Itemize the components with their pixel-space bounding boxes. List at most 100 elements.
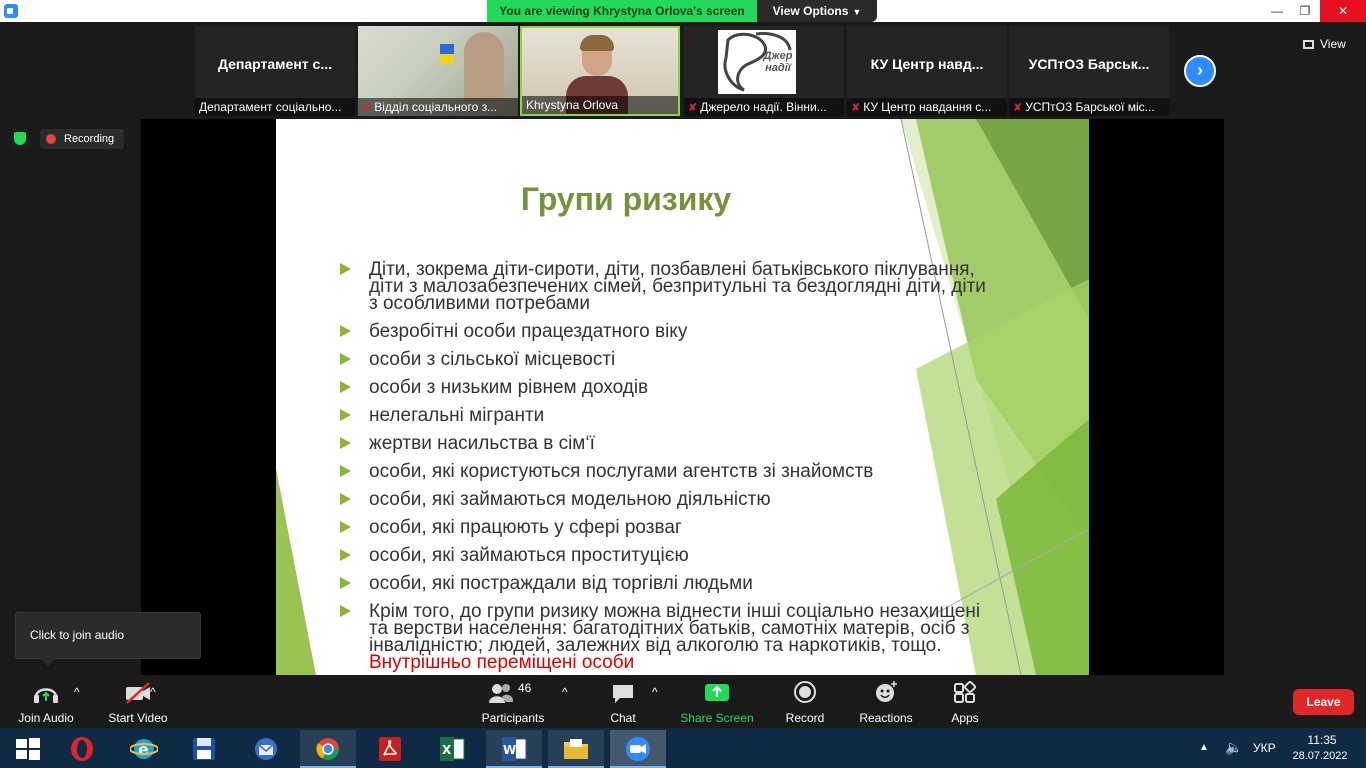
excel-icon: X [440, 737, 465, 761]
list-item: особи з низьким рівнем доходів [338, 377, 988, 398]
security-shield-icon[interactable] [10, 129, 30, 149]
next-page-arrow-icon[interactable]: › [1184, 55, 1216, 87]
list-item: особи, які користуються послугами агентс… [338, 462, 988, 481]
bullet-arrow-icon [340, 437, 351, 449]
bullet-arrow-icon [340, 465, 351, 477]
input-language-indicator[interactable]: УКР [1253, 741, 1276, 755]
audio-options-caret-icon[interactable]: ^ [74, 685, 80, 733]
participant-tile-active-speaker[interactable]: Khrystyna Orlova [520, 26, 680, 116]
taskbar-save-app[interactable] [176, 730, 232, 768]
taskbar-clock-time[interactable]: 11:35 [1295, 733, 1349, 747]
bullet-text: особи з низьким рівнем доходів [369, 377, 649, 398]
chat-icon [611, 679, 635, 705]
join-audio-button[interactable]: Join Audio [10, 679, 82, 727]
list-item: безробітні особи працездатного віку [338, 322, 988, 341]
participant-label: Khrystyna Orlova [522, 96, 678, 114]
chat-button[interactable]: Chat [600, 679, 646, 727]
participant-label-text: УСПтОЗ Барської міс... [1025, 100, 1155, 114]
apps-icon [952, 679, 978, 705]
participants-label: Participants [481, 711, 545, 725]
shared-screen: Групи ризику Діти, зокрема діти-сироти, … [141, 119, 1224, 675]
slide-title: Групи ризику [520, 181, 732, 217]
participant-label-text: Департамент соціально... [199, 100, 342, 114]
tray-expand-chevron-icon[interactable]: ▲ [1199, 742, 1209, 753]
taskbar-opera[interactable] [54, 730, 110, 768]
bullet-arrow-icon [340, 605, 351, 617]
participant-label: ✘ УСПтОЗ Барської міс... [1009, 98, 1169, 116]
taskbar-excel[interactable]: X [424, 730, 480, 768]
record-label: Record [785, 711, 825, 725]
view-button[interactable]: View [1303, 34, 1359, 54]
bullet-arrow-icon [340, 549, 351, 561]
participants-button[interactable]: 46 Participants [476, 679, 550, 727]
bullet-text-highlight: Внутрішньо переміщені особи [369, 652, 635, 673]
reactions-button[interactable]: Reactions [855, 679, 917, 727]
participant-label: ✘ КУ Центр навдання с... [847, 98, 1007, 116]
video-options-caret-icon[interactable]: ^ [150, 685, 156, 733]
participant-label: Департамент соціально... [195, 98, 355, 116]
video-off-icon [124, 679, 152, 705]
participant-tile[interactable]: Джер надії ✘ Джерело надії. Вінни... [684, 26, 844, 116]
record-button[interactable]: Record [781, 679, 829, 727]
minimize-button[interactable]: — [1262, 0, 1292, 22]
taskbar-word[interactable]: W [486, 730, 542, 768]
recording-label: Recording [64, 133, 115, 145]
list-item: Діти, зокрема діти-сироти, діти, позбавл… [338, 259, 988, 314]
volume-icon[interactable]: 🔈 [1225, 739, 1242, 756]
taskbar-zoom[interactable] [610, 730, 666, 768]
grid-view-icon [1303, 40, 1314, 49]
participant-tile[interactable]: Департамент с... Департамент соціально..… [195, 26, 355, 116]
bullet-text: особи, які працюють у сфері розваг [369, 517, 682, 538]
recording-indicator[interactable]: Recording [40, 129, 124, 149]
start-video-button[interactable]: Start Video [102, 679, 174, 727]
reactions-icon [873, 679, 899, 705]
view-options-label: View Options [772, 4, 849, 18]
participant-label-text: Джерело надії. Вінни... [700, 100, 827, 114]
windows-taskbar: e X W [0, 728, 1366, 768]
join-audio-label: Join Audio [18, 711, 74, 725]
mic-muted-icon: ✘ [851, 102, 861, 114]
bullet-arrow-icon [340, 493, 351, 505]
svg-text:X: X [442, 743, 452, 757]
dzherelo-nadii-logo: Джер надії [718, 30, 796, 94]
close-window-button[interactable]: ✕ [1320, 0, 1366, 22]
reactions-label: Reactions [859, 711, 913, 725]
logo-text: Джер надії [763, 50, 793, 74]
participant-label-text: Khrystyna Orlova [526, 98, 619, 112]
title-bar: You are viewing Khrystyna Orlova's scree… [0, 0, 1366, 22]
bullet-text: особи, які займаються проституцією [369, 545, 689, 566]
taskbar-chrome[interactable] [300, 730, 356, 768]
taskbar-internet-explorer[interactable]: e [116, 730, 172, 768]
share-screen-button[interactable]: Share Screen [678, 679, 756, 727]
list-item: особи, які займаються модельною діяльніс… [338, 490, 988, 509]
leave-meeting-button[interactable]: Leave [1293, 689, 1354, 715]
list-item: особи, які працюють у сфері розваг [338, 517, 988, 538]
opera-icon [71, 737, 93, 761]
record-icon [792, 679, 818, 705]
participant-label-text: КУ Центр навдання с... [863, 100, 992, 114]
floppy-disk-icon [193, 738, 215, 760]
participant-tile[interactable]: ✘ Відділ соціального з... [358, 26, 518, 116]
bullet-text: Діти, зокрема діти-сироти, діти, позбавл… [369, 259, 986, 314]
list-item: особи, які постраждали від торгівлі людь… [338, 574, 988, 593]
viewing-banner: You are viewing Khrystyna Orlova's scree… [487, 0, 757, 22]
slide-bullet-list: Діти, зокрема діти-сироти, діти, позбавл… [338, 259, 988, 675]
taskbar-thunderbird[interactable] [238, 730, 294, 768]
view-options-button[interactable]: View Options ▼ [757, 0, 877, 22]
taskbar-clock-date[interactable]: 28.07.2022 [1288, 750, 1352, 762]
list-item: Крім того, до групи ризику можна віднест… [338, 601, 988, 673]
taskbar-acrobat[interactable] [362, 730, 418, 768]
bullet-text: Крім того, до групи ризику можна віднест… [369, 601, 981, 656]
participant-tile[interactable]: УСПтОЗ Барськ... ✘ УСПтОЗ Барської міс... [1009, 26, 1169, 116]
participant-label-text: Відділ соціального з... [374, 100, 498, 114]
maximize-button[interactable]: ❐ [1290, 0, 1320, 22]
start-button[interactable] [0, 730, 56, 768]
chat-caret-icon[interactable]: ^ [652, 685, 658, 733]
list-item: особи, які займаються проституцією [338, 545, 988, 566]
participant-label: ✘ Джерело надії. Вінни... [684, 98, 844, 116]
participants-caret-icon[interactable]: ^ [562, 685, 568, 733]
folder-icon [564, 739, 588, 759]
taskbar-file-explorer[interactable] [548, 730, 604, 768]
apps-button[interactable]: Apps [945, 679, 985, 727]
participant-tile[interactable]: КУ Центр навд... ✘ КУ Центр навдання с... [847, 26, 1007, 116]
